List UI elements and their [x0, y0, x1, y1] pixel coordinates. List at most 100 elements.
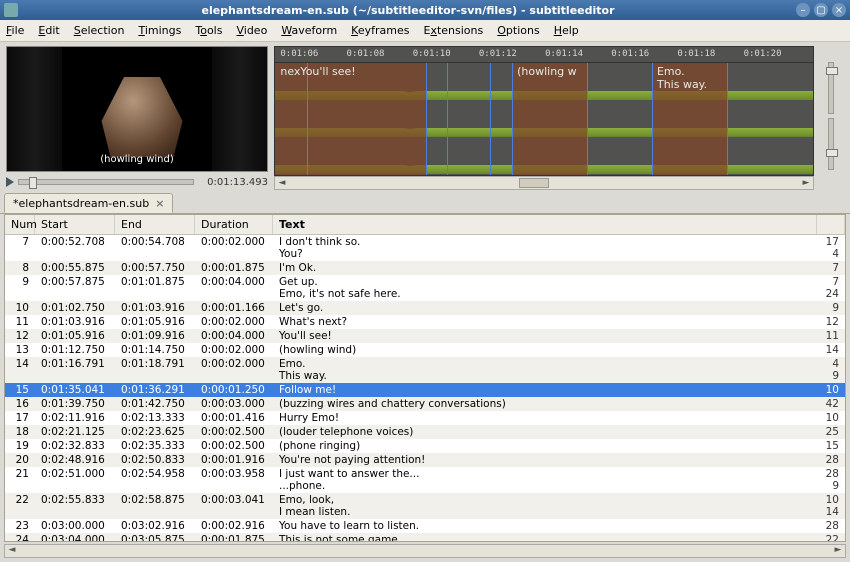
table-row[interactable]: 110:01:03.9160:01:05.9160:00:02.000What'… — [5, 315, 845, 329]
menu-help[interactable]: Help — [554, 24, 579, 37]
cell-count: 25 — [817, 425, 845, 439]
table-body[interactable]: 70:00:52.7080:00:54.7080:00:02.000I don'… — [5, 235, 845, 541]
scroll-thumb[interactable] — [519, 178, 549, 188]
cell-text: Emo, look, I mean listen. — [273, 493, 817, 519]
cell-start: 0:02:51.000 — [35, 467, 115, 481]
col-start[interactable]: Start — [35, 215, 115, 234]
menu-timings[interactable]: Timings — [138, 24, 181, 37]
table-row[interactable]: 240:03:04.0000:03:05.8750:00:01.875This … — [5, 533, 845, 541]
zoom-horizontal-slider[interactable] — [828, 118, 834, 170]
cell-text: This is not some game. — [273, 533, 817, 541]
play-icon[interactable] — [6, 177, 14, 187]
ruler-tick: 0:01:18 — [677, 49, 715, 59]
cell-end: 0:01:09.916 — [115, 329, 195, 343]
slider-thumb[interactable] — [826, 67, 838, 75]
ruler-tick: 0:01:20 — [744, 49, 782, 59]
cell-count: 22 — [817, 533, 845, 541]
menu-waveform[interactable]: Waveform — [281, 24, 337, 37]
cell-count: 9 — [817, 301, 845, 315]
waveform-ruler[interactable]: 0:01:060:01:080:01:100:01:120:01:140:01:… — [274, 46, 814, 62]
cell-duration: 0:00:02.000 — [195, 235, 273, 249]
close-button[interactable]: × — [832, 3, 846, 17]
table-row[interactable]: 130:01:12.7500:01:14.7500:00:02.000(howl… — [5, 343, 845, 357]
col-duration[interactable]: Duration — [195, 215, 273, 234]
cell-num: 18 — [5, 425, 35, 439]
cell-start: 0:03:04.000 — [35, 533, 115, 541]
table-row[interactable]: 120:01:05.9160:01:09.9160:00:04.000You'l… — [5, 329, 845, 343]
video-caption: (howling wind) — [7, 154, 267, 165]
cell-num: 14 — [5, 357, 35, 371]
cell-count: 7 24 — [817, 275, 845, 301]
menu-extensions[interactable]: Extensions — [423, 24, 483, 37]
table-row[interactable]: 230:03:00.0000:03:02.9160:00:02.916You h… — [5, 519, 845, 533]
table-row[interactable]: 160:01:39.7500:01:42.7500:00:03.000(buzz… — [5, 397, 845, 411]
col-count[interactable] — [817, 215, 845, 234]
menu-file[interactable]: File — [6, 24, 24, 37]
menu-edit[interactable]: Edit — [38, 24, 59, 37]
cell-text: (louder telephone voices) — [273, 425, 817, 439]
cell-end: 0:00:57.750 — [115, 261, 195, 275]
waveform-hscroll[interactable]: ◄ ► — [274, 176, 814, 190]
minimize-button[interactable]: – — [796, 3, 810, 17]
scroll-right-icon[interactable]: ► — [831, 545, 845, 557]
cell-count: 7 — [817, 261, 845, 275]
table-row[interactable]: 200:02:48.9160:02:50.8330:00:01.916You'r… — [5, 453, 845, 467]
cell-text: What's next? — [273, 315, 817, 329]
cell-end: 0:02:13.333 — [115, 411, 195, 425]
maximize-button[interactable]: ▢ — [814, 3, 828, 17]
menu-video[interactable]: Video — [236, 24, 267, 37]
table-row[interactable]: 140:01:16.7910:01:18.7910:00:02.000Emo. … — [5, 357, 845, 383]
col-num[interactable]: Num — [5, 215, 35, 234]
scroll-left-icon[interactable]: ◄ — [5, 545, 19, 557]
video-pane: (howling wind) 0:01:13.493 — [6, 46, 268, 190]
table-row[interactable]: 90:00:57.8750:01:01.8750:00:04.000Get up… — [5, 275, 845, 301]
menu-selection[interactable]: Selection — [74, 24, 125, 37]
table-row[interactable]: 190:02:32.8330:02:35.3330:00:02.500(phon… — [5, 439, 845, 453]
slider-thumb[interactable] — [826, 149, 838, 157]
cell-end: 0:03:02.916 — [115, 519, 195, 533]
cell-count: 28 — [817, 453, 845, 467]
table-row[interactable]: 100:01:02.7500:01:03.9160:00:01.166Let's… — [5, 301, 845, 315]
cell-end: 0:02:58.875 — [115, 493, 195, 507]
table-row[interactable]: 80:00:55.8750:00:57.7500:00:01.875I'm Ok… — [5, 261, 845, 275]
seek-thumb[interactable] — [29, 177, 37, 189]
waveform-body[interactable]: nexYou'll see! (howling w Emo.This way. — [274, 62, 814, 176]
tab-document[interactable]: *elephantsdream-en.sub × — [4, 193, 173, 213]
table-row[interactable]: 70:00:52.7080:00:54.7080:00:02.000I don'… — [5, 235, 845, 261]
scroll-left-icon[interactable]: ◄ — [275, 178, 289, 188]
cell-text: Get up. Emo, it's not safe here. — [273, 275, 817, 301]
cell-num: 19 — [5, 439, 35, 453]
cell-duration: 0:00:03.041 — [195, 493, 273, 507]
seek-slider[interactable] — [18, 179, 194, 185]
table-row[interactable]: 170:02:11.9160:02:13.3330:00:01.416Hurry… — [5, 411, 845, 425]
waveform-label: Emo.This way. — [657, 65, 707, 91]
table-row[interactable]: 220:02:55.8330:02:58.8750:00:03.041Emo, … — [5, 493, 845, 519]
zoom-vertical-slider[interactable] — [828, 62, 834, 114]
video-preview[interactable]: (howling wind) — [6, 46, 268, 172]
cell-num: 21 — [5, 467, 35, 481]
cell-num: 7 — [5, 235, 35, 249]
table-row[interactable]: 210:02:51.0000:02:54.9580:00:03.958I jus… — [5, 467, 845, 493]
app-icon — [4, 3, 18, 17]
waveform-label: (howling w — [517, 65, 577, 78]
upper-panes: (howling wind) 0:01:13.493 0:01:060:01:0… — [0, 42, 850, 192]
cell-num: 11 — [5, 315, 35, 329]
table-hscroll[interactable]: ◄ ► — [4, 544, 846, 558]
close-tab-icon[interactable]: × — [155, 197, 164, 210]
cell-start: 0:02:32.833 — [35, 439, 115, 453]
cell-duration: 0:00:03.000 — [195, 397, 273, 411]
col-end[interactable]: End — [115, 215, 195, 234]
cell-text: Let's go. — [273, 301, 817, 315]
col-text[interactable]: Text — [273, 215, 817, 234]
menu-options[interactable]: Options — [497, 24, 539, 37]
table-row[interactable]: 150:01:35.0410:01:36.2910:00:01.250Follo… — [5, 383, 845, 397]
menu-keyframes[interactable]: Keyframes — [351, 24, 409, 37]
video-decor — [212, 47, 267, 171]
cell-duration: 0:00:02.000 — [195, 315, 273, 329]
table-row[interactable]: 180:02:21.1250:02:23.6250:00:02.500(loud… — [5, 425, 845, 439]
cell-end: 0:01:18.791 — [115, 357, 195, 371]
cell-text: You're not paying attention! — [273, 453, 817, 467]
scroll-right-icon[interactable]: ► — [799, 178, 813, 188]
menu-tools[interactable]: Tools — [195, 24, 222, 37]
cell-start: 0:01:02.750 — [35, 301, 115, 315]
